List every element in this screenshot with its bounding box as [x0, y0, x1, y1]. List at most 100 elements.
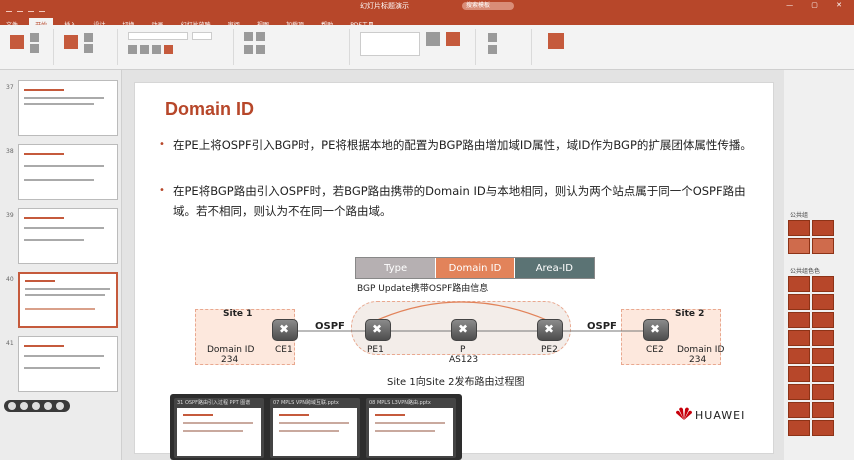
ospf-right-label: OSPF: [587, 321, 617, 332]
search-input[interactable]: 搜索模板: [462, 2, 514, 10]
swatch[interactable]: [788, 238, 810, 254]
shapes-gallery[interactable]: [360, 32, 420, 56]
copy-icon[interactable]: [30, 44, 39, 53]
domain-id-right-value: 234: [689, 355, 707, 365]
underline-icon[interactable]: [152, 45, 161, 54]
slide-thumbnail[interactable]: [18, 208, 118, 264]
domain-id-left-value: 234: [221, 355, 239, 365]
slide-thumbnail[interactable]: [18, 144, 118, 200]
swatch[interactable]: [788, 348, 810, 364]
bold-icon[interactable]: [128, 45, 137, 54]
align-center-icon[interactable]: [256, 45, 265, 54]
swatch[interactable]: [788, 294, 810, 310]
ribbon: [0, 25, 854, 70]
window-preview-title: 07 MPLS VPN跨域互联.pptx: [273, 400, 339, 406]
font-color-icon[interactable]: [164, 45, 173, 54]
diagram-caption: Site 1向Site 2发布路由过程图: [387, 377, 525, 388]
swatch[interactable]: [788, 312, 810, 328]
designer-icon[interactable]: [548, 33, 564, 49]
slide-thumbnail[interactable]: [18, 80, 118, 136]
quick-styles-icon[interactable]: [446, 32, 460, 46]
swatch[interactable]: [812, 294, 834, 310]
window-preview-image: [177, 408, 261, 456]
design-ideas-pane: 公共组 公共组色色: [784, 70, 854, 460]
swatch[interactable]: [788, 366, 810, 382]
swatch[interactable]: [812, 348, 834, 364]
window-controls[interactable]: — ▢ ✕: [786, 1, 850, 9]
ce2-label: CE2: [646, 345, 664, 355]
swatch[interactable]: [812, 402, 834, 418]
pe2-router-icon[interactable]: [537, 319, 563, 341]
toolbar-dot-icon[interactable]: [8, 402, 16, 410]
swatch[interactable]: [812, 276, 834, 292]
reset-icon[interactable]: [84, 44, 93, 53]
clipboard-group: [4, 29, 54, 65]
italic-icon[interactable]: [140, 45, 149, 54]
slide-thumbnail[interactable]: [18, 336, 118, 392]
swatch[interactable]: [788, 330, 810, 346]
swatch[interactable]: [812, 330, 834, 346]
cut-icon[interactable]: [30, 33, 39, 42]
ce1-router-icon[interactable]: [272, 319, 298, 341]
pe2-label: PE2: [541, 345, 558, 355]
panel-label-a: 公共组: [790, 212, 809, 219]
numbering-icon[interactable]: [256, 32, 265, 41]
ce2-router-icon[interactable]: [643, 319, 669, 341]
arrange-icon[interactable]: [426, 32, 440, 46]
swatch[interactable]: [788, 402, 810, 418]
swatch[interactable]: [812, 220, 834, 236]
pe1-router-icon[interactable]: [365, 319, 391, 341]
thumb-number: 41: [6, 340, 14, 347]
slide-thumbnail-active[interactable]: [18, 272, 118, 328]
ribbon-tabs: 文件 开始 插入 设计 切换 动画 幻灯片放映 审阅 视图 加载项 帮助 PDF…: [0, 12, 854, 31]
slides-group: [58, 29, 118, 65]
replace-icon[interactable]: [488, 45, 497, 54]
p-router-icon[interactable]: [451, 319, 477, 341]
title-bar: 幻灯片标题演示 搜索模板 — ▢ ✕: [0, 0, 854, 17]
thumb-number: 39: [6, 212, 14, 219]
quick-access-toolbar[interactable]: [6, 2, 66, 17]
bullets-icon[interactable]: [244, 32, 253, 41]
swatch[interactable]: [788, 384, 810, 400]
swatch[interactable]: [812, 420, 834, 436]
swatch[interactable]: [788, 220, 810, 236]
swatch[interactable]: [812, 312, 834, 328]
align-left-icon[interactable]: [244, 45, 253, 54]
domain-id-left-label: Domain ID: [207, 345, 255, 355]
swatch[interactable]: [812, 384, 834, 400]
floating-toolbar[interactable]: [4, 400, 70, 412]
as-label: AS123: [449, 355, 479, 365]
toolbar-dot-icon[interactable]: [56, 402, 64, 410]
new-slide-icon[interactable]: [64, 35, 78, 49]
swatch[interactable]: [812, 238, 834, 254]
swatch[interactable]: [788, 420, 810, 436]
toolbar-dot-icon[interactable]: [20, 402, 28, 410]
toolbar-dot-icon[interactable]: [44, 402, 52, 410]
window-preview-title: 31 OSPF路由引入过程 PPT 图谱: [177, 400, 251, 406]
toolbar-dot-icon[interactable]: [32, 402, 40, 410]
window-preview[interactable]: 08 MPLS L3VPN路由.pptx: [366, 398, 456, 458]
ospf-left-label: OSPF: [315, 321, 345, 332]
thumb-number: 37: [6, 84, 14, 91]
paste-icon[interactable]: [10, 35, 24, 49]
window-preview-image: [273, 408, 357, 456]
window-preview[interactable]: 31 OSPF路由引入过程 PPT 图谱: [174, 398, 264, 458]
huawei-logo-icon: [676, 407, 692, 420]
window-preview[interactable]: 07 MPLS VPN跨域互联.pptx: [270, 398, 360, 458]
font-name-field[interactable]: [128, 32, 188, 40]
ce1-label: CE1: [275, 345, 293, 355]
find-icon[interactable]: [488, 33, 497, 42]
font-size-field[interactable]: [192, 32, 212, 40]
designer-group: [538, 29, 578, 65]
swatch[interactable]: [812, 366, 834, 382]
swatch[interactable]: [788, 276, 810, 292]
window-preview-title: 08 MPLS L3VPN路由.pptx: [369, 400, 431, 406]
window-preview-image: [369, 408, 453, 456]
pe1-label: PE1: [367, 345, 384, 355]
layout-icon[interactable]: [84, 33, 93, 42]
site1-label: Site 1: [223, 309, 253, 319]
p-label: P: [460, 345, 466, 355]
font-group: [124, 29, 234, 65]
drawing-group: [356, 29, 476, 65]
site2-label: Site 2: [675, 309, 705, 319]
